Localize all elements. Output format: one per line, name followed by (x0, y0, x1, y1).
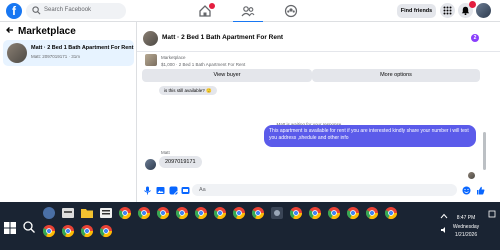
friends-icon[interactable] (233, 4, 263, 23)
sidebar-header: Marketplace (6, 26, 76, 37)
clock-time[interactable]: 8:47 PM (450, 215, 482, 221)
groups-icon[interactable] (284, 4, 298, 18)
windows-start-icon[interactable] (4, 222, 16, 234)
taskbar-app-icon[interactable] (99, 206, 113, 220)
notification-center-icon[interactable] (488, 210, 496, 218)
conversation-avatar (7, 43, 27, 63)
incoming-message-bubble: 2097019171 (159, 156, 202, 168)
seen-indicator-avatar (468, 172, 475, 179)
clock-date[interactable]: 1/21/2026 (450, 232, 482, 238)
chrome-icon[interactable] (99, 224, 113, 238)
search-placeholder: Search Facebook (44, 7, 92, 13)
outgoing-message-bubble: This apartment is available for rent if … (264, 125, 476, 147)
sidebar-title: Marketplace (18, 26, 76, 37)
conversation-list-item[interactable]: Matt · 2 Bed 1 Bath Apartment For Rent M… (3, 40, 134, 66)
listing-price[interactable]: $1,000 · 2 Bed 1 Bath Apartment For Rent (161, 62, 245, 67)
sender-name: Matt (161, 150, 170, 155)
file-explorer-icon[interactable] (80, 206, 94, 220)
thumbs-up-icon[interactable] (476, 186, 485, 195)
top-navigation-bar: f Search Facebook Find friends (0, 0, 500, 23)
emoji-icon[interactable] (462, 186, 471, 195)
search-icon (32, 6, 41, 15)
home-icon[interactable] (198, 3, 215, 18)
bell-icon (461, 6, 470, 15)
chevron-up-icon[interactable] (440, 212, 448, 220)
microphone-icon[interactable] (143, 186, 152, 195)
chat-info-icon[interactable]: 2 (471, 34, 479, 42)
marketplace-sidebar: Marketplace Matt · 2 Bed 1 Bath Apartmen… (0, 22, 137, 202)
chrome-icon[interactable] (61, 224, 75, 238)
sender-avatar[interactable] (145, 159, 156, 170)
chrome-icon[interactable] (213, 206, 227, 220)
notifications-button[interactable] (458, 1, 476, 18)
volume-icon[interactable] (440, 226, 448, 234)
view-buyer-button[interactable]: View buyer (142, 69, 312, 82)
chat-scrollbar[interactable] (483, 132, 486, 170)
home-notification-dot (209, 3, 215, 9)
message-input[interactable]: Aa (192, 184, 457, 196)
conversation-title: Matt · 2 Bed 1 Bath Apartment For Rent (31, 45, 134, 51)
taskbar-app-icon[interactable] (42, 206, 56, 220)
chrome-icon[interactable] (289, 206, 303, 220)
listing-label: Marketplace (161, 55, 186, 60)
chat-header: Matt · 2 Bed 1 Bath Apartment For Rent 2 (137, 22, 500, 52)
chrome-icon[interactable] (194, 206, 208, 220)
menu-button[interactable] (440, 3, 455, 18)
chat-title[interactable]: Matt · 2 Bed 1 Bath Apartment For Rent (162, 34, 283, 41)
chat-panel: Matt · 2 Bed 1 Bath Apartment For Rent 2… (137, 22, 500, 202)
menu-grid-icon (443, 6, 452, 15)
more-options-button[interactable]: More options (312, 69, 480, 82)
listing-thumbnail[interactable] (145, 54, 157, 66)
chrome-icon[interactable] (118, 206, 132, 220)
chrome-icon[interactable] (346, 206, 360, 220)
incoming-message-bubble: is this still available? 🙂 (159, 86, 217, 95)
search-input[interactable]: Search Facebook (26, 3, 126, 19)
chrome-icon[interactable] (175, 206, 189, 220)
chrome-icon[interactable] (80, 224, 94, 238)
back-arrow-icon[interactable] (6, 26, 14, 37)
chrome-icon[interactable] (137, 206, 151, 220)
facebook-logo[interactable]: f (6, 3, 22, 19)
conversation-preview: Matt: 2097019171 · 31m (31, 54, 81, 59)
message-composer: Aa (137, 179, 500, 202)
account-avatar[interactable] (476, 3, 491, 18)
taskbar-app-icon[interactable] (61, 206, 75, 220)
chrome-icon[interactable] (251, 206, 265, 220)
sticker-icon[interactable] (169, 186, 178, 195)
taskbar-search-icon[interactable] (22, 220, 36, 234)
chrome-icon[interactable] (42, 224, 56, 238)
windows-taskbar: 8:47 PM Wednesday 1/21/2026 (0, 202, 500, 250)
taskbar-app-icon[interactable] (270, 206, 284, 220)
notification-badge (469, 1, 476, 8)
image-icon[interactable] (156, 186, 165, 195)
chat-avatar[interactable] (143, 31, 158, 46)
chrome-icon[interactable] (308, 206, 322, 220)
chrome-icon[interactable] (327, 206, 341, 220)
chrome-icon[interactable] (365, 206, 379, 220)
find-friends-button[interactable]: Find friends (397, 4, 436, 18)
gif-icon[interactable] (181, 186, 190, 195)
clock-day[interactable]: Wednesday (450, 224, 482, 230)
chrome-icon[interactable] (156, 206, 170, 220)
chrome-icon[interactable] (384, 206, 398, 220)
chrome-icon[interactable] (232, 206, 246, 220)
